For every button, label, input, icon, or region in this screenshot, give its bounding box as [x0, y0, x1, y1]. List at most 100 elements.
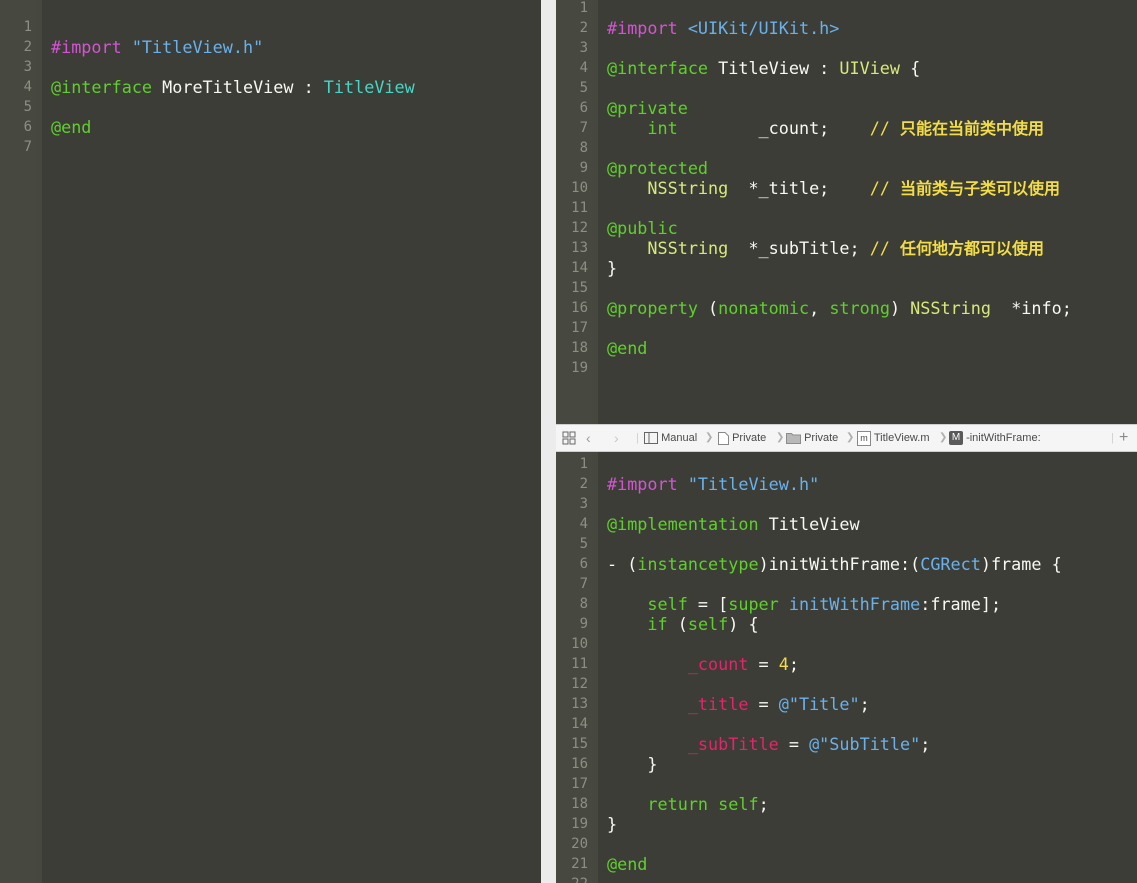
code-token: @end [51, 117, 92, 137]
breadcrumb-file[interactable]: m TitleView.m [857, 425, 930, 451]
code-token: instancetype [637, 554, 759, 574]
line-number: 11 [571, 656, 588, 672]
forward-arrow-icon[interactable]: › [614, 425, 619, 451]
code-text: } [607, 258, 617, 278]
code-token: ; [758, 794, 769, 814]
line-number: 8 [579, 140, 588, 156]
code-token: ; [788, 654, 799, 674]
chevron-right-icon: ❯ [776, 432, 785, 443]
code-token: @public [607, 218, 678, 238]
code-token: = [748, 694, 779, 714]
code-token: // [869, 118, 901, 138]
line-number: 6 [579, 556, 588, 572]
code-token: TitleView [768, 514, 860, 534]
code-token: "TitleView.h" [131, 37, 264, 57]
line-number: 5 [579, 80, 588, 96]
line-number: 16 [571, 300, 588, 316]
line-number: 1 [23, 19, 32, 35]
code-token: @interface [51, 77, 163, 97]
code-token: TitleView : [718, 58, 840, 78]
line-number: 19 [571, 360, 588, 376]
split-view-icon [644, 432, 658, 445]
code-token: // [869, 178, 901, 198]
code-text: NSString *_subTitle; // 任何地方都可以使用 [607, 238, 1044, 259]
line-number: 22 [556, 874, 588, 883]
line-number: 20 [571, 836, 588, 852]
code-token: @"Title" [778, 694, 860, 714]
code-token: *_title; [728, 178, 870, 198]
editor-change-bar [36, 0, 42, 883]
code-token: self [687, 614, 729, 634]
code-token: 当前类与子类可以使用 [900, 179, 1061, 198]
line-number: 4 [23, 79, 32, 95]
left-editor[interactable]: 1 2 #import "TitleView.h" 3 4 @interface More… [0, 0, 541, 883]
code-token: initWithFrame [788, 594, 921, 614]
code-token: #import [607, 474, 688, 494]
separator: | [1111, 432, 1114, 444]
line-number: 3 [23, 59, 32, 75]
code-token: super [728, 594, 779, 614]
breadcrumb-manual[interactable]: Manual [644, 425, 697, 451]
code-token: // [869, 238, 901, 258]
line-number: 7 [23, 139, 32, 155]
breadcrumb-private-2[interactable]: Private [786, 425, 838, 451]
line-number: 14 [571, 260, 588, 276]
code-token: UIView [839, 58, 901, 78]
code-token: @end [607, 338, 648, 358]
line-number: 2 [579, 20, 588, 36]
line-number: 5 [579, 536, 588, 552]
code-token: @property [607, 298, 709, 318]
line-number: 17 [571, 320, 588, 336]
split-divider[interactable] [541, 0, 556, 883]
code-token: #import [51, 37, 132, 57]
add-editor-icon[interactable]: + [1119, 425, 1128, 451]
breadcrumb-private-1[interactable]: Private [718, 425, 766, 451]
line-number: 4 [579, 60, 588, 76]
code-token: = [ [687, 594, 729, 614]
code-text: @property (nonatomic, strong) NSString *… [607, 298, 1072, 318]
code-text: NSString *_title; // 当前类与子类可以使用 [607, 178, 1060, 199]
code-token: MoreTitleView : [162, 77, 324, 97]
code-token: CGRect [920, 554, 981, 574]
line-number: 14 [571, 716, 588, 732]
code-token: NSString [910, 298, 991, 318]
back-arrow-icon[interactable]: ‹ [586, 425, 591, 451]
code-token: "TitleView.h" [687, 474, 820, 494]
top-right-editor[interactable]: 1 2 #import <UIKit/UIKit.h> 3 4 @interface Ti… [556, 0, 1137, 424]
code-token: *info; [990, 298, 1072, 318]
code-token: #import [607, 18, 688, 38]
code-token: 4 [778, 654, 789, 674]
bottom-right-editor[interactable]: 1 2 #import "TitleView.h" 3 4 @implementation… [556, 452, 1137, 883]
line-number: 1 [579, 0, 588, 16]
line-number: 2 [23, 39, 32, 55]
line-number: 18 [571, 796, 588, 812]
code-token: } [607, 754, 658, 774]
line-number: 8 [579, 596, 588, 612]
code-token: @protected [607, 158, 709, 178]
code-text: @interface MoreTitleView : TitleView [51, 77, 415, 97]
breadcrumb-method[interactable]: M -initWithFrame: [949, 425, 1041, 451]
separator: | [636, 432, 639, 444]
line-number: 6 [579, 100, 588, 116]
code-token: } [607, 814, 618, 834]
line-number: 7 [579, 576, 588, 592]
line-number: 2 [579, 476, 588, 492]
code-token: *_subTitle; [728, 238, 870, 258]
code-text: @end [51, 117, 91, 137]
method-icon: M [949, 431, 963, 446]
related-items-icon[interactable] [562, 425, 576, 451]
line-number: 3 [579, 40, 588, 56]
line-number: 4 [579, 516, 588, 532]
code-token: return [607, 794, 709, 814]
line-number: 1 [579, 456, 588, 472]
code-token: TitleView [323, 77, 415, 97]
file-icon [718, 431, 729, 445]
code-token: , [809, 298, 830, 318]
line-number: 15 [571, 280, 588, 296]
code-token: @implementation [607, 514, 769, 534]
code-token: ; [859, 694, 870, 714]
line-number: 6 [23, 119, 32, 135]
objc-file-icon: m [857, 430, 871, 446]
code-text: } [607, 814, 617, 834]
code-token: @interface [607, 58, 719, 78]
